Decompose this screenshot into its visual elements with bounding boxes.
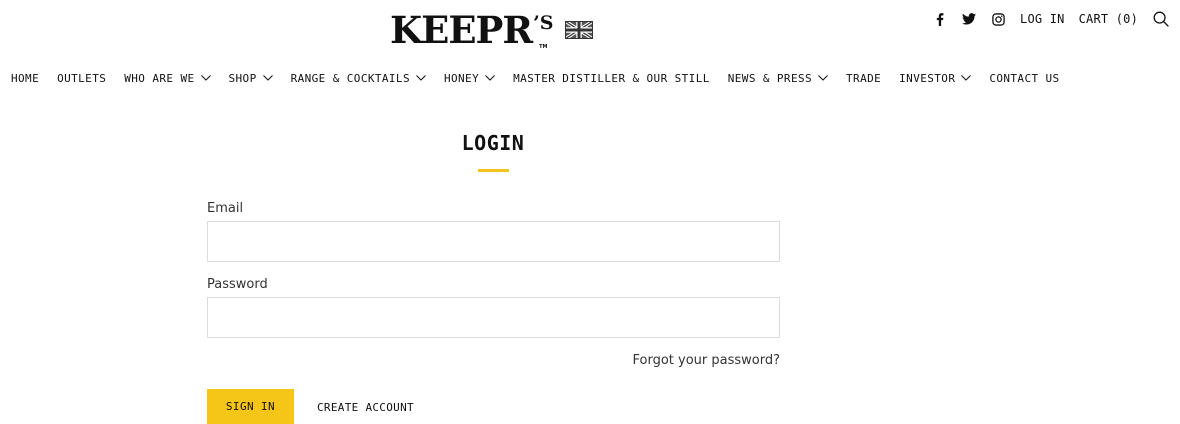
page-title: LOGIN xyxy=(461,131,525,155)
nav-item-trade[interactable]: TRADE xyxy=(846,72,881,85)
nav-item-label: OUTLETS xyxy=(57,71,107,85)
search-icon[interactable] xyxy=(1153,11,1169,27)
nav-item-who-are-we[interactable]: WHO ARE WE xyxy=(124,71,211,85)
nav-item-label: HOME xyxy=(11,71,40,85)
logo-wordmark: KEEPR xyxy=(390,8,533,52)
email-label: Email xyxy=(207,201,244,216)
nav-item-label: HONEY xyxy=(443,71,480,85)
chevron-down-icon xyxy=(200,75,211,81)
nav-item-home[interactable]: HOME xyxy=(11,72,39,85)
union-jack-flag-icon xyxy=(565,21,594,39)
nav-item-label: RANGE & COCKTAILS xyxy=(290,71,410,85)
cart-link[interactable]: CART (0) xyxy=(1079,12,1138,26)
instagram-icon[interactable] xyxy=(991,12,1005,26)
forgot-password-link[interactable]: Forgot your password? xyxy=(632,353,780,368)
chevron-down-icon xyxy=(262,75,273,81)
facebook-icon[interactable] xyxy=(933,12,947,26)
nav-item-label: TRADE xyxy=(846,71,882,85)
nav-item-shop[interactable]: SHOP xyxy=(229,72,273,85)
twitter-icon[interactable] xyxy=(962,12,977,26)
nav-item-range-cocktails[interactable]: RANGE & COCKTAILS xyxy=(291,72,426,85)
nav-item-honey[interactable]: HONEY xyxy=(444,72,495,85)
nav-item-label: NEWS & PRESS xyxy=(727,71,813,85)
chevron-down-icon xyxy=(961,75,972,81)
chevron-down-icon xyxy=(485,75,495,81)
nav-item-contact-us[interactable]: CONTACT US xyxy=(989,72,1059,85)
logo-tm: TM xyxy=(539,44,548,50)
nav-item-master-distiller-our-still[interactable]: MASTER DISTILLER & OUR STILL xyxy=(513,72,710,85)
utility-bar: LOG IN CART (0) xyxy=(918,0,1180,38)
nav-item-label: MASTER DISTILLER & OUR STILL xyxy=(513,71,710,85)
create-account-link[interactable]: CREATE ACCOUNT xyxy=(317,401,414,414)
nav-item-label: CONTACT US xyxy=(989,71,1060,85)
site-logo[interactable]: KEEPR ’S TM xyxy=(390,8,594,52)
nav-item-outlets[interactable]: OUTLETS xyxy=(57,72,106,85)
logo-sup-text: ’S xyxy=(533,12,554,34)
nav-item-label: INVESTOR xyxy=(899,71,956,85)
nav-item-news-press[interactable]: NEWS & PRESS xyxy=(728,72,828,85)
logo-superscript: ’S TM xyxy=(533,12,554,50)
password-field[interactable] xyxy=(207,297,780,338)
sign-in-button[interactable]: SIGN IN xyxy=(207,389,294,424)
chevron-down-icon xyxy=(416,75,426,81)
nav-item-investor[interactable]: INVESTOR xyxy=(899,71,972,85)
nav-item-label: WHO ARE WE xyxy=(124,71,195,85)
chevron-down-icon xyxy=(818,75,828,81)
log-in-link[interactable]: LOG IN xyxy=(1020,12,1065,26)
password-label: Password xyxy=(207,277,268,292)
nav-item-label: SHOP xyxy=(228,71,257,85)
email-field[interactable] xyxy=(207,221,780,262)
title-underline xyxy=(478,169,509,172)
main-nav: HOME OUTLETS WHO ARE WE SHOP RANGE & COCKTAI… xyxy=(11,68,1078,88)
